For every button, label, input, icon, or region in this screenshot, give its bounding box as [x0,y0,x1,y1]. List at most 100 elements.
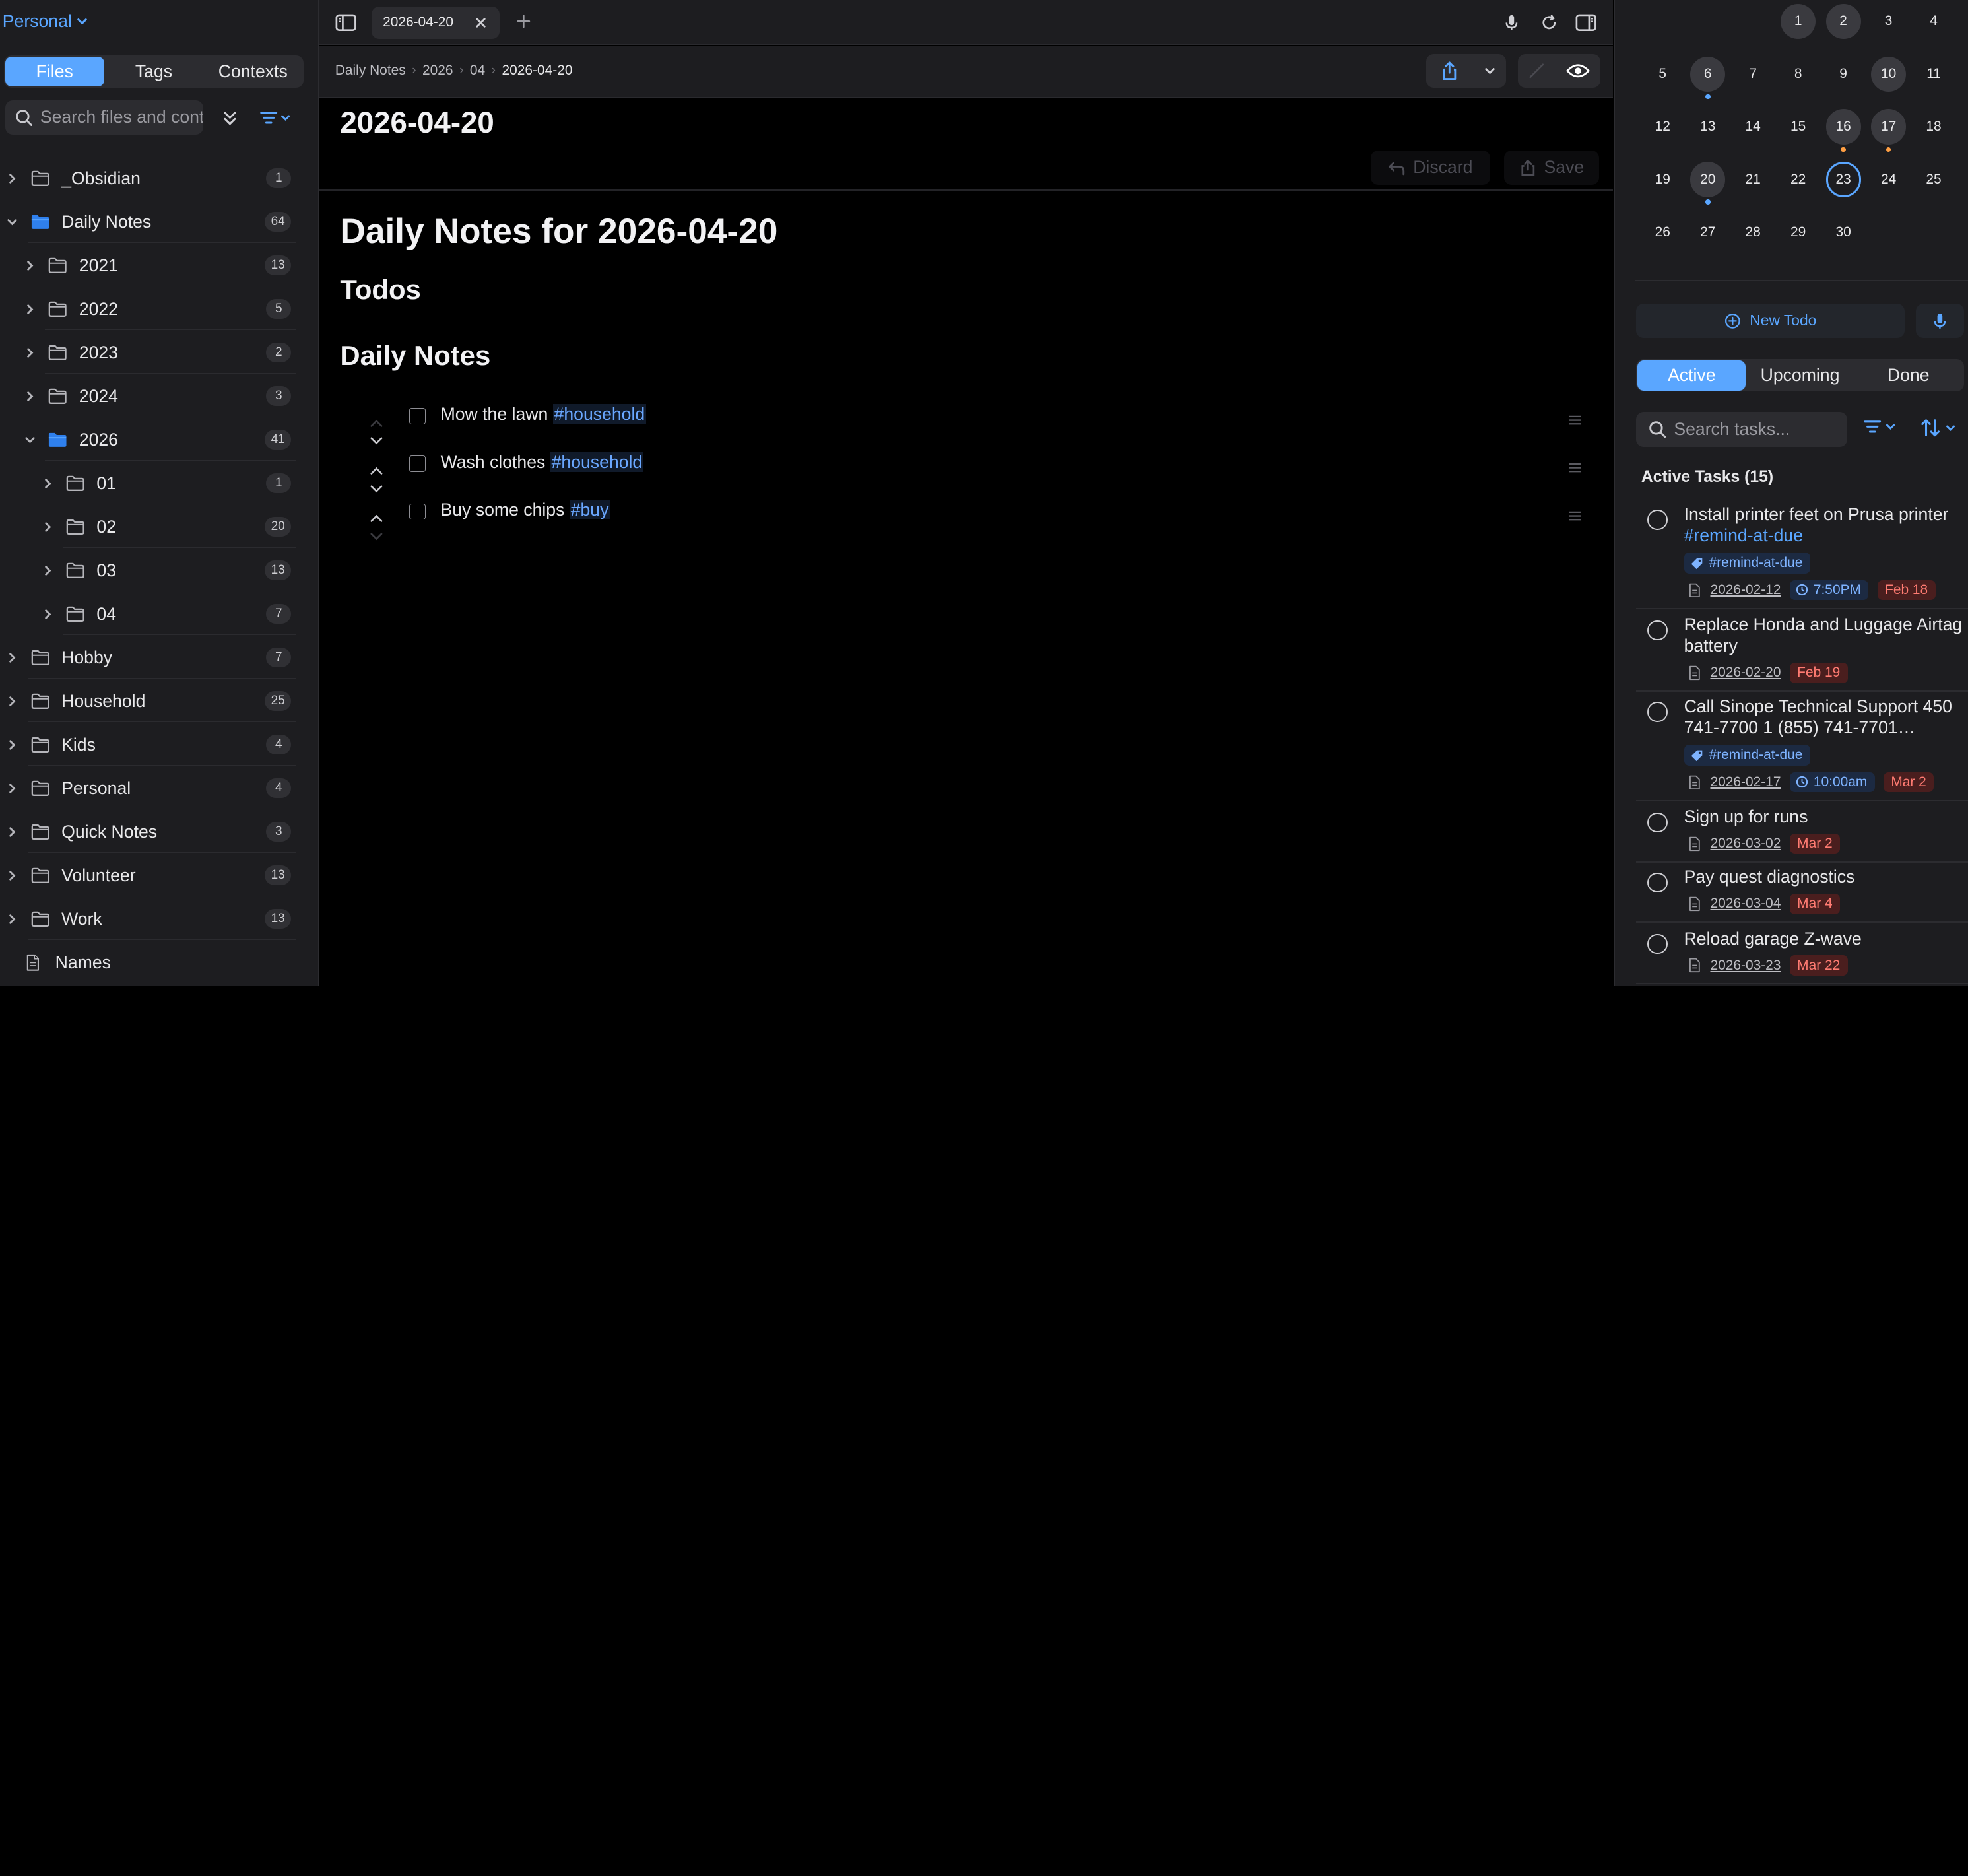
calendar-day[interactable]: 2 [1825,3,1861,39]
task-source-note-link[interactable]: 2026-02-20 [1688,665,1781,681]
calendar-day[interactable]: 19 [1645,162,1680,197]
voice-todo-button[interactable] [1916,304,1964,338]
calendar-day[interactable]: 24 [1871,162,1906,197]
folder-item[interactable]: Work 13 [0,898,318,941]
calendar-day[interactable]: 26 [1645,215,1680,250]
task-source-note-link[interactable]: 2026-03-04 [1688,896,1781,912]
calendar-day[interactable]: 11 [1916,57,1951,92]
expand-toggle[interactable] [5,781,20,796]
calendar-day[interactable]: 18 [1916,109,1951,144]
task-search-input[interactable] [1674,419,1847,440]
file-filter-button[interactable] [259,106,299,131]
folder-item[interactable]: 2024 3 [0,375,318,418]
task-source-note-link[interactable]: 2026-03-02 [1688,836,1781,852]
calendar-day[interactable]: 5 [1645,57,1680,92]
folder-item[interactable]: _Obsidian 1 [0,157,318,200]
calendar-day[interactable]: 17 [1870,109,1907,145]
note-title[interactable]: 2026-04-20 [340,106,494,140]
task-filter-button[interactable] [1862,419,1896,434]
task-title[interactable]: Call Sinope Technical Support 450 741-77… [1684,696,1963,739]
save-button[interactable]: Save [1503,151,1600,185]
file-search-input[interactable] [40,107,204,128]
refresh-button[interactable] [1540,14,1558,37]
task-source-note-link[interactable]: 2026-02-17 [1688,774,1781,790]
todo-tag[interactable]: #household [552,404,647,424]
expand-toggle[interactable] [22,432,38,448]
folder-item[interactable]: 02 20 [0,506,318,549]
folder-item[interactable]: 01 1 [0,462,318,505]
folder-item[interactable]: 04 7 [0,593,318,636]
todo-text[interactable]: Wash clothes #household [441,452,644,473]
todo-text[interactable]: Mow the lawn #household [441,404,647,424]
folder-item[interactable]: 2023 2 [0,331,318,374]
toggle-left-sidebar-button[interactable] [335,14,356,37]
expand-toggle[interactable] [5,215,20,230]
move-down-button[interactable] [369,428,384,445]
todo-tag[interactable]: #buy [569,499,610,519]
expand-toggle[interactable] [22,389,38,404]
folder-item[interactable]: Personal 4 [0,767,318,810]
todo-checkbox[interactable] [409,408,426,424]
calendar-day[interactable]: 1 [1781,3,1816,39]
task-tag-pill[interactable]: #remind-at-due [1684,552,1810,574]
calendar-day[interactable]: 3 [1871,4,1906,39]
expand-toggle[interactable] [5,171,20,186]
move-down-button[interactable] [369,523,384,541]
tab-done[interactable]: Done [1854,360,1963,391]
expand-toggle[interactable] [40,607,55,622]
folder-item[interactable]: 2022 5 [0,288,318,331]
close-icon[interactable] [475,17,487,29]
folder-item[interactable]: Household 25 [0,680,318,723]
move-up-button[interactable] [369,458,384,475]
task-sort-button[interactable] [1920,418,1956,438]
calendar-day[interactable]: 8 [1781,57,1816,92]
calendar-day[interactable]: 9 [1826,57,1861,92]
calendar-day[interactable]: 29 [1781,215,1816,250]
breadcrumb-item[interactable]: Daily Notes [335,63,406,79]
task-title[interactable]: Reload garage Z-wave [1684,928,1963,949]
calendar-day[interactable]: 10 [1870,56,1907,92]
folder-item[interactable]: Quick Notes 3 [0,811,318,854]
expand-toggle[interactable] [5,912,20,927]
preview-mode-button[interactable] [1556,54,1600,88]
folder-item[interactable]: 03 13 [0,549,318,592]
expand-toggle[interactable] [22,345,38,360]
calendar-day[interactable]: 22 [1781,162,1816,197]
expand-toggle[interactable] [5,824,20,840]
calendar-day[interactable]: 21 [1736,162,1771,197]
breadcrumb-item[interactable]: 2026 [422,63,453,79]
edit-mode-button[interactable] [1518,54,1556,88]
task-complete-radio[interactable] [1647,872,1668,893]
drag-handle[interactable] [1568,408,1582,431]
todo-tag[interactable]: #household [550,452,644,472]
expand-toggle[interactable] [40,519,55,535]
task-complete-radio[interactable] [1647,702,1668,722]
calendar-day[interactable]: 23 [1825,162,1861,197]
todo-checkbox[interactable] [409,503,426,520]
share-button[interactable] [1426,54,1474,88]
expand-toggle[interactable] [40,563,55,578]
folder-item[interactable]: Volunteer 13 [0,854,318,897]
calendar-day[interactable]: 7 [1736,57,1771,92]
expand-toggle[interactable] [5,694,20,709]
task-title-tag[interactable]: #remind-at-due [1684,525,1803,545]
calendar-day[interactable]: 12 [1645,109,1680,144]
calendar-day[interactable]: 27 [1690,215,1725,250]
folder-item[interactable]: Hobby 7 [0,636,318,679]
task-complete-radio[interactable] [1647,510,1668,530]
task-complete-radio[interactable] [1647,934,1668,955]
todo-text[interactable]: Buy some chips #buy [441,499,610,520]
new-tab-button[interactable] [515,13,533,36]
move-down-button[interactable] [369,476,384,492]
todo-checkbox[interactable] [409,455,426,473]
calendar-day[interactable]: 20 [1690,162,1726,197]
move-up-button[interactable] [369,506,384,523]
task-title[interactable]: Sign up for runs [1684,806,1963,827]
folder-item[interactable]: 2026 41 [0,419,318,461]
calendar-day[interactable]: 15 [1781,109,1816,144]
task-title[interactable]: Pay quest diagnostics [1684,866,1963,887]
toggle-right-sidebar-button[interactable] [1575,14,1596,37]
share-options-button[interactable] [1474,54,1506,88]
tab-active[interactable]: Active [1637,360,1746,391]
calendar-day[interactable]: 16 [1825,109,1861,145]
